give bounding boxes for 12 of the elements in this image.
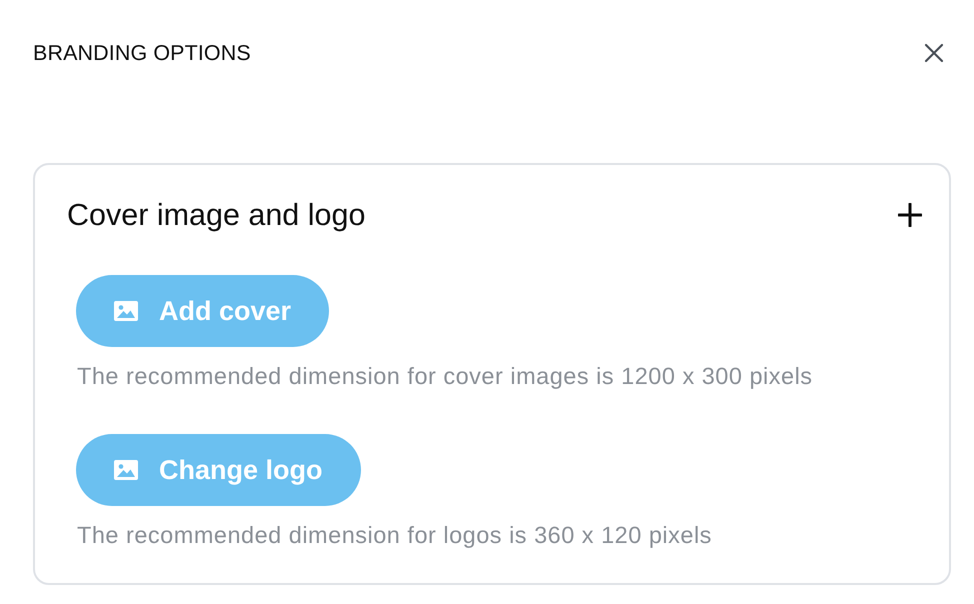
- image-icon: [114, 301, 138, 321]
- dialog-title: BRANDING OPTIONS: [33, 40, 251, 66]
- dimension-hint: The recommended dimension for cover images is 1200 x 300 pixels: [77, 363, 813, 389]
- image-icon: [114, 460, 138, 480]
- close-button[interactable]: [923, 42, 945, 64]
- upload-button[interactable]: Add cover: [76, 275, 330, 347]
- section-title: Cover image and logo: [67, 198, 366, 232]
- close-icon: [924, 42, 944, 62]
- upload-button[interactable]: Change logo: [76, 434, 360, 506]
- add-button[interactable]: [898, 203, 922, 227]
- dimension-hint: The recommended dimension for logos is 360 x 120 pixels: [77, 522, 712, 548]
- plus-icon: [898, 203, 922, 227]
